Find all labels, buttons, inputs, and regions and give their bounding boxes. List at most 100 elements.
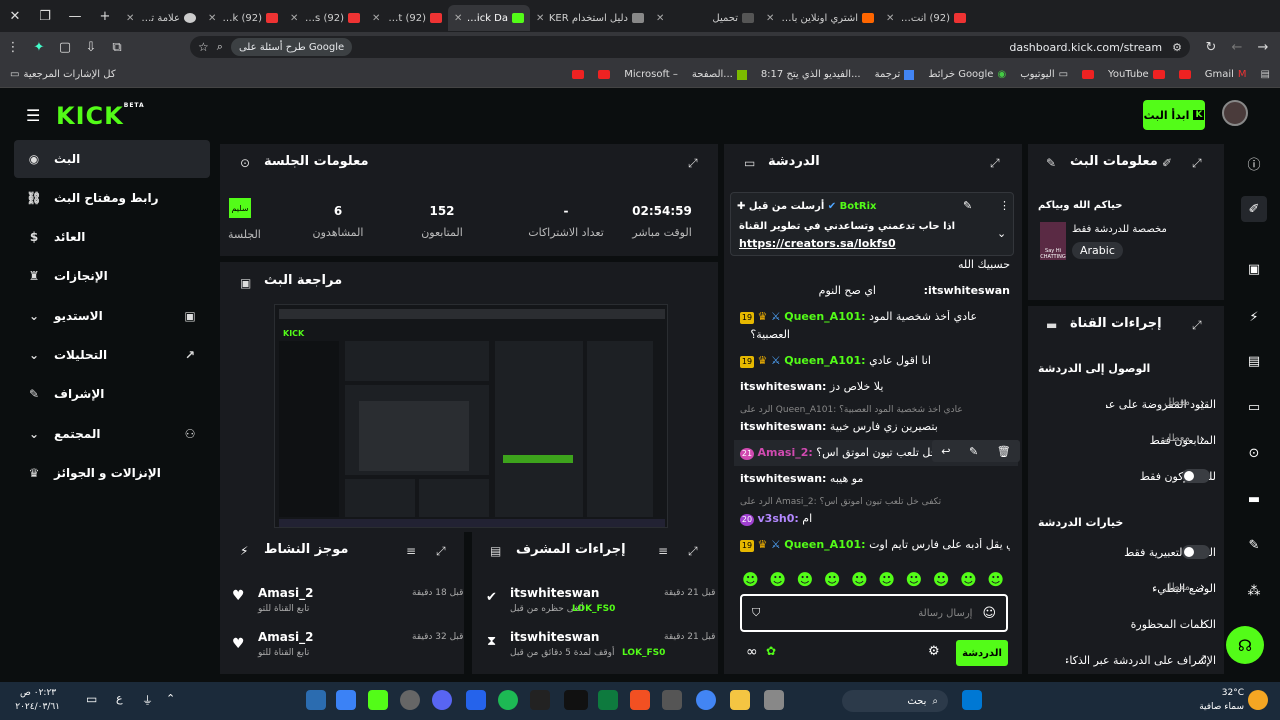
bookmark-all[interactable]: ▭ كل الإشارات المرجعية: [10, 69, 116, 80]
weather-widget[interactable]: 32°C سماء صافية: [1180, 686, 1244, 714]
screenshot-icon[interactable]: ⧉: [104, 32, 130, 62]
menu-dots-icon[interactable]: ⋮: [0, 32, 26, 62]
emote-icon[interactable]: ☻: [933, 570, 950, 590]
google-ask-pill[interactable]: طرح أسئلة على Google: [230, 38, 353, 56]
help-headset-button[interactable]: ☊: [1226, 626, 1264, 664]
emote-icon[interactable]: ☻: [960, 570, 977, 590]
reply-icon[interactable]: ↩: [941, 445, 950, 458]
category-thumbnail[interactable]: Say Hi CHATTING: [1040, 222, 1066, 260]
expand-icon[interactable]: ⤢: [1192, 318, 1202, 333]
chevron-right-icon[interactable]: ›: [1200, 396, 1205, 410]
edit-icon[interactable]: ✐: [1241, 196, 1267, 222]
ai-moderation-row[interactable]: الإشراف على الدردشة عبر الذكاء...: [1040, 650, 1216, 670]
pinned-link[interactable]: https://creators.sa/lokfs0: [739, 237, 896, 250]
back-icon[interactable]: →: [1250, 32, 1276, 62]
omnibox[interactable]: ☆ ⌕ طرح أسئلة على Google dashboard.kick.…: [190, 36, 1190, 58]
taskbar-store-icon[interactable]: [630, 690, 650, 710]
sidebar-item-revenue[interactable]: $ العائد: [14, 218, 210, 256]
bookmark-item[interactable]: Microsoft –: [624, 69, 678, 80]
bookmark-item[interactable]: ترجمة: [875, 69, 915, 80]
edit-icon[interactable]: ✐: [1162, 156, 1172, 170]
bookmark-item[interactable]: YouTube: [1108, 69, 1165, 80]
user-avatar[interactable]: [1222, 100, 1248, 126]
bookmark-item[interactable]: ▤: [1261, 69, 1270, 80]
mod-user[interactable]: itswhiteswan: [510, 586, 599, 600]
taskbar-explorer-icon[interactable]: [730, 690, 750, 710]
bookmark-item[interactable]: [572, 70, 585, 79]
emote-icon[interactable]: ☻: [769, 570, 786, 590]
emote-icon[interactable]: ☻: [906, 570, 923, 590]
mic-icon[interactable]: ⏚: [142, 692, 153, 708]
list-icon[interactable]: ▤: [1241, 348, 1267, 374]
sidebar-item-drops[interactable]: ♛ الإنزالات و الجوائز: [14, 454, 210, 492]
close-window-icon[interactable]: ✕: [0, 0, 30, 32]
sidebar-item-community[interactable]: ⌄ المجتمع ⚇: [14, 415, 210, 453]
chat-input[interactable]: ⛉ إرسال رسالة ☺: [740, 594, 1008, 632]
bookmark-item[interactable]: اليوتيوب ▭: [1020, 69, 1068, 80]
activity-user[interactable]: Amasi_2: [258, 630, 314, 644]
banned-words-row[interactable]: الكلمات المحظورة: [1040, 614, 1216, 634]
expand-icon[interactable]: ⤢: [990, 156, 1000, 171]
tray-chevron-icon[interactable]: ⌃: [166, 692, 175, 705]
bookmark-item[interactable]: Gmail M: [1205, 69, 1247, 80]
taskbar-search[interactable]: بحث ⌕: [842, 690, 948, 712]
site-settings-icon[interactable]: ⚙: [1172, 41, 1182, 54]
taskbar-app-icon[interactable]: [466, 690, 486, 710]
pin-icon[interactable]: ✎: [963, 199, 972, 212]
bookmark-item[interactable]: [598, 70, 611, 79]
search-lens-icon[interactable]: ⌕: [217, 40, 223, 54]
sidebar-item-stream[interactable]: ◉ البث: [14, 140, 210, 178]
taskbar-chrome-icon[interactable]: [696, 690, 716, 710]
emotes-only-toggle[interactable]: [1182, 545, 1210, 559]
play-circle-icon[interactable]: ⊙: [1241, 440, 1267, 466]
browser-tab[interactable]: ✕ دليل استخدام KER: [530, 5, 650, 31]
taskbar-discord-icon[interactable]: [432, 690, 452, 710]
delete-icon[interactable]: 🗑: [997, 445, 1011, 458]
go-live-button[interactable]: ابدأ البث K: [1143, 100, 1205, 130]
info-icon[interactable]: ⓘ: [1241, 150, 1267, 176]
preview-icon[interactable]: ▣: [1241, 256, 1267, 282]
pin-icon[interactable]: ✎: [969, 445, 978, 458]
emote-icon[interactable]: ☻: [878, 570, 895, 590]
sidebar-item-studio[interactable]: ⌄ الاستديو ▣: [14, 297, 210, 335]
browser-tab[interactable]: ✕علامة تبويب جديدة: [120, 5, 202, 31]
bookmark-item[interactable]: 8:17 الفيديو الذي يتح...: [761, 69, 861, 80]
community-icon[interactable]: ⁂: [1241, 578, 1267, 604]
mod-user[interactable]: itswhiteswan: [510, 630, 599, 644]
filter-icon[interactable]: ≡: [406, 544, 416, 558]
emote-icon[interactable]: ☻: [987, 570, 1004, 590]
taskbar-app-icon[interactable]: [336, 690, 356, 710]
emoji-icon[interactable]: ☺: [982, 606, 996, 621]
activity-user[interactable]: Amasi_2: [258, 586, 314, 600]
restore-window-icon[interactable]: ❐: [30, 0, 60, 32]
filter-icon[interactable]: ≡: [658, 544, 668, 558]
browser-tab[interactable]: ✕(92) L.K. Ft. Eirkk: [202, 5, 284, 31]
more-icon[interactable]: ⋮: [999, 199, 1010, 212]
minimize-window-icon[interactable]: —: [60, 0, 90, 32]
expand-icon[interactable]: ⤢: [436, 544, 446, 559]
bookmark-item[interactable]: [1082, 70, 1095, 79]
url-text[interactable]: dashboard.kick.com/stream: [1009, 41, 1162, 54]
language-tag[interactable]: Arabic: [1072, 242, 1123, 259]
expand-icon[interactable]: ⤢: [688, 544, 698, 559]
taskbar-kick-icon[interactable]: [368, 690, 388, 710]
forward-icon[interactable]: ←: [1224, 32, 1250, 62]
windows-start-icon[interactable]: [962, 690, 982, 710]
chevron-right-icon[interactable]: ›: [1200, 580, 1205, 594]
taskbar-app-icon[interactable]: [306, 690, 326, 710]
kick-points-icon[interactable]: ✿: [766, 644, 776, 658]
chevron-right-icon[interactable]: ›: [1200, 432, 1205, 446]
lightning-icon[interactable]: ⚡: [1241, 304, 1267, 330]
bookmark-star-icon[interactable]: ☆: [198, 40, 209, 54]
subscribers-only-toggle[interactable]: [1182, 469, 1210, 483]
browser-tab-active[interactable]: ✕Stream - Kick Da: [448, 5, 530, 31]
taskbar-app-icon[interactable]: [598, 690, 618, 710]
new-tab-icon[interactable]: +: [90, 0, 120, 32]
wrench-icon[interactable]: ✎: [1241, 532, 1267, 558]
settings-gear-icon[interactable]: ⚙: [928, 644, 940, 659]
extensions-icon[interactable]: ▢: [52, 32, 78, 62]
kick-logo[interactable]: KICKBETA: [56, 102, 145, 130]
hamburger-menu-icon[interactable]: ☰: [26, 106, 40, 125]
reload-icon[interactable]: ↻: [1198, 32, 1224, 62]
taskbar-spotify-icon[interactable]: [498, 690, 518, 710]
